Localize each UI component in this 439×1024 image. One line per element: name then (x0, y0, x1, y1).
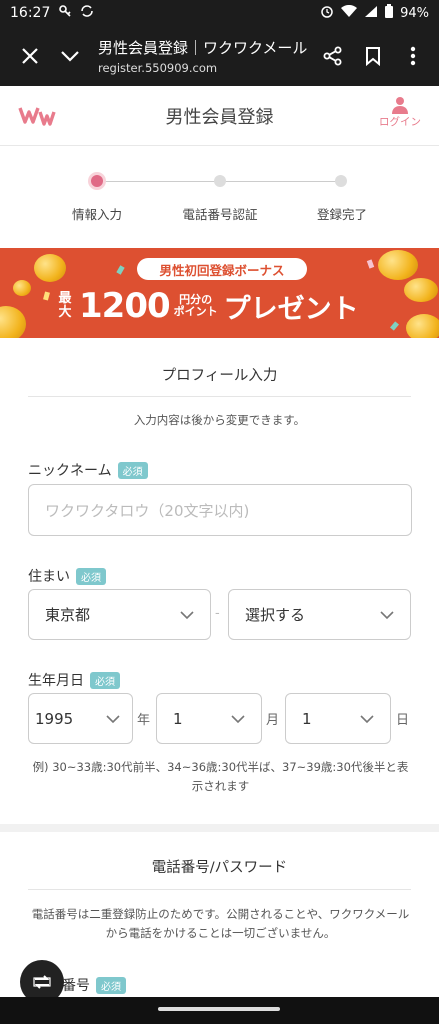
coin-decoration (0, 306, 26, 338)
dash-separator: - (215, 606, 220, 621)
step-dot-2 (214, 175, 226, 187)
profile-section-title: プロフィール入力 (161, 368, 278, 384)
more-menu-icon[interactable] (393, 36, 433, 76)
birth-month-value: 1 (173, 709, 183, 728)
residence-label-text: 住まい (28, 569, 70, 585)
bonus-unit-bottom: ポイント (173, 305, 218, 318)
birthday-label-text: 生年月日 (28, 673, 84, 689)
battery-level: 94% (400, 5, 429, 21)
bonus-max: 最大 (58, 291, 72, 320)
city-value: 選択する (245, 606, 306, 624)
step-dot-3 (335, 175, 347, 187)
battery-icon (385, 4, 394, 22)
nickname-label: ニックネーム 必須 (28, 460, 148, 480)
nickname-input[interactable]: ワクワクタロウ（20文字以内) (28, 484, 412, 536)
required-badge: 必須 (96, 976, 126, 994)
confetti-decoration (43, 291, 50, 301)
registration-steps: 情報入力 電話番号認証 登録完了 (0, 146, 439, 248)
month-unit: 月 (266, 713, 280, 728)
step-dot-1 (91, 175, 103, 187)
bonus-headline: 最大 1200 円分の ポイント プレゼント (57, 286, 359, 326)
status-bar: 16:27 94% (0, 0, 439, 26)
residence-label: 住まい 必須 (28, 566, 106, 586)
coin-decoration (34, 254, 66, 282)
browser-toolbar: 男性会員登録｜ワクワクメール register.550909.com (0, 26, 439, 86)
chevron-down-icon (231, 714, 245, 723)
phone-section-title: 電話番号/パスワード (151, 860, 288, 876)
user-icon (392, 97, 408, 114)
close-icon[interactable] (10, 36, 50, 76)
phone-label-text: 番号 (62, 978, 90, 994)
day-unit: 日 (396, 713, 410, 728)
prefecture-value: 東京都 (45, 606, 91, 624)
page-title: 男性会員登録 (165, 106, 274, 128)
home-gesture-bar[interactable] (158, 1007, 280, 1011)
status-time: 16:27 (10, 5, 51, 21)
switch-icon (33, 975, 51, 989)
coin-decoration (406, 314, 439, 338)
site-header: 男性会員登録 ログイン (0, 86, 439, 146)
birth-month-select[interactable]: 1 (156, 693, 262, 744)
page-title-area[interactable]: 男性会員登録｜ワクワクメール register.550909.com (90, 37, 313, 75)
profile-note: 入力内容は後から変更できます。 (133, 413, 306, 427)
step-label-3: 登録完了 (316, 207, 368, 222)
birth-year-value: 1995 (35, 709, 74, 728)
sync-icon (80, 4, 94, 22)
bonus-amount: 1200 (79, 286, 171, 326)
coin-decoration (13, 280, 31, 296)
divider (28, 889, 411, 890)
wifi-icon (341, 4, 358, 22)
birth-year-select[interactable]: 1995 (28, 693, 133, 744)
site-logo[interactable] (18, 104, 62, 131)
phone-note: 電話番号は二重登録防止のためです。公開されることや、ワクワクメールから電話をかけ… (31, 907, 410, 940)
birthday-label: 生年月日 必須 (28, 670, 120, 690)
required-badge: 必須 (90, 671, 120, 689)
required-badge: 必須 (117, 461, 148, 479)
chevron-down-icon (180, 610, 194, 619)
nickname-label-text: ニックネーム (28, 463, 112, 479)
divider (28, 396, 411, 397)
age-example-note: 例) 30~33歳:30代前半、34~36歳:30代半ば、37~39歳:30代後… (32, 760, 409, 793)
confetti-decoration (366, 259, 375, 269)
bonus-banner[interactable]: 男性初回登録ボーナス 最大 1200 円分の ポイント プレゼント (0, 248, 439, 338)
chevron-down-icon (380, 610, 394, 619)
url-text: register.550909.com (98, 61, 218, 75)
chevron-down-icon[interactable] (50, 36, 90, 76)
step-label-2: 電話番号認証 (182, 207, 258, 222)
bonus-badge: 男性初回登録ボーナス (137, 258, 307, 280)
city-select[interactable]: 選択する (228, 589, 411, 640)
signal-icon (364, 5, 378, 22)
chevron-down-icon (360, 714, 374, 723)
phone-label: 番号 必須 (62, 975, 126, 995)
login-label: ログイン (379, 116, 421, 128)
prefecture-select[interactable]: 東京都 (28, 589, 211, 640)
alarm-icon (320, 4, 334, 22)
tab-title: 男性会員登録｜ワクワクメール (98, 39, 308, 57)
birth-day-select[interactable]: 1 (285, 693, 391, 744)
chevron-down-icon (106, 714, 120, 723)
system-nav-bar (0, 997, 439, 1024)
share-icon[interactable] (313, 36, 353, 76)
bonus-present: プレゼント (223, 293, 359, 325)
bonus-unit: 円分の ポイント (174, 294, 218, 318)
section-separator (0, 824, 439, 832)
confetti-decoration (116, 265, 125, 275)
birth-day-value: 1 (302, 709, 312, 728)
coin-decoration (404, 278, 438, 302)
step-label-1: 情報入力 (71, 207, 123, 222)
coin-decoration (378, 250, 418, 280)
required-badge: 必須 (76, 567, 106, 585)
confetti-decoration (390, 321, 399, 331)
bookmark-icon[interactable] (353, 36, 393, 76)
year-unit: 年 (137, 713, 151, 728)
key-icon (58, 4, 72, 22)
login-button[interactable]: ログイン (379, 96, 421, 129)
